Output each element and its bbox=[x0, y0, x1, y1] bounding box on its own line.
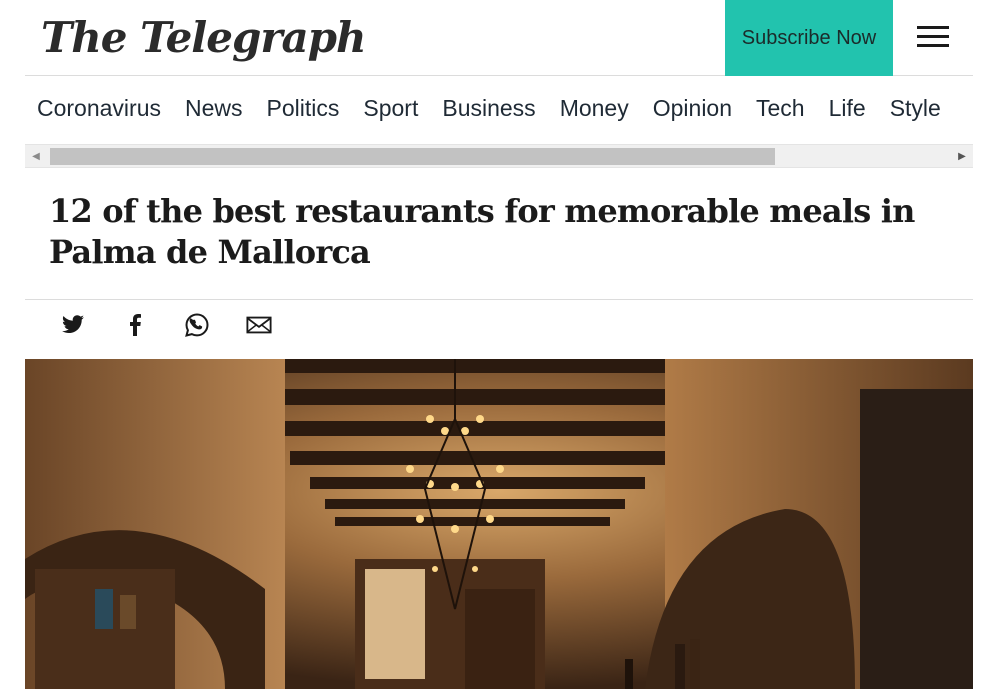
scrollbar-thumb[interactable] bbox=[50, 148, 775, 165]
hero-image bbox=[25, 359, 973, 689]
nav-item-tech[interactable]: Tech bbox=[756, 95, 805, 122]
share-bar bbox=[60, 312, 272, 338]
nav-item-politics[interactable]: Politics bbox=[267, 95, 340, 122]
nav-item-sport[interactable]: Sport bbox=[363, 95, 418, 122]
nav-item-coronavirus[interactable]: Coronavirus bbox=[37, 95, 161, 122]
facebook-icon[interactable] bbox=[122, 312, 148, 338]
scroll-right-arrow-icon[interactable]: ▶ bbox=[955, 150, 969, 164]
nav-item-opinion[interactable]: Opinion bbox=[653, 95, 732, 122]
hamburger-menu-icon[interactable] bbox=[917, 26, 949, 50]
nav-scrollbar[interactable]: ◀ ▶ bbox=[25, 144, 973, 168]
twitter-icon[interactable] bbox=[60, 312, 86, 338]
divider bbox=[25, 299, 973, 300]
nav-list: Coronavirus News Politics Sport Business… bbox=[37, 95, 941, 122]
telegraph-logo[interactable]: The Telegraph bbox=[41, 8, 367, 68]
scroll-left-arrow-icon[interactable]: ◀ bbox=[29, 150, 43, 164]
nav-item-money[interactable]: Money bbox=[560, 95, 629, 122]
nav-item-news[interactable]: News bbox=[185, 95, 243, 122]
nav-item-style[interactable]: Style bbox=[890, 95, 941, 122]
email-icon[interactable] bbox=[246, 312, 272, 338]
section-nav: Coronavirus News Politics Sport Business… bbox=[25, 77, 973, 143]
subscribe-button[interactable]: Subscribe Now bbox=[725, 0, 893, 76]
nav-item-business[interactable]: Business bbox=[442, 95, 535, 122]
nav-item-life[interactable]: Life bbox=[829, 95, 866, 122]
article-headline: 12 of the best restaurants for memorable… bbox=[49, 192, 915, 271]
site-header: The Telegraph Subscribe Now bbox=[25, 0, 973, 76]
whatsapp-icon[interactable] bbox=[184, 312, 210, 338]
